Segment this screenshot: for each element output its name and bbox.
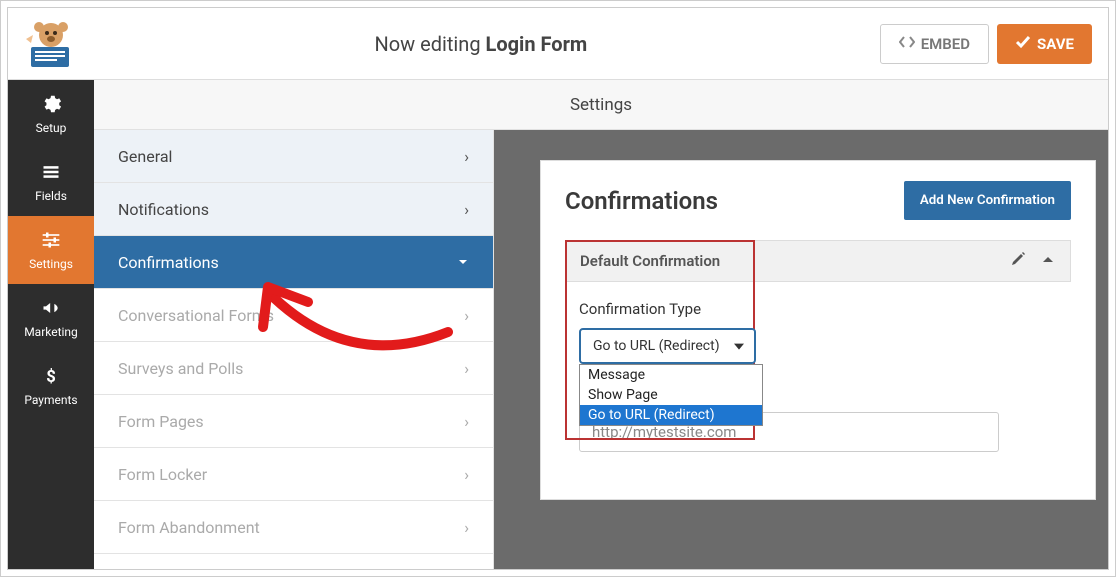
form-name: Login Form xyxy=(486,32,588,56)
option-go-to-url[interactable]: Go to URL (Redirect) xyxy=(580,405,762,425)
menu-label: Notifications xyxy=(118,200,209,219)
menu-label: Form Abandonment xyxy=(118,518,260,537)
svg-text:$: $ xyxy=(46,368,56,386)
confirmation-header[interactable]: Default Confirmation xyxy=(565,240,1071,282)
confirmation-name: Default Confirmation xyxy=(580,252,720,270)
add-new-confirmation-button[interactable]: Add New Confirmation xyxy=(904,181,1071,220)
app-logo xyxy=(16,19,82,69)
confirmation-type-select[interactable]: Go to URL (Redirect) xyxy=(579,328,756,364)
confirmations-panel: Confirmations Add New Confirmation Defau… xyxy=(540,160,1096,500)
sidebar-item-setup[interactable]: Setup xyxy=(8,80,94,148)
chevron-up-icon[interactable] xyxy=(1040,251,1056,271)
chevron-right-icon: › xyxy=(464,200,469,219)
sidebar-item-marketing[interactable]: Marketing xyxy=(8,284,94,352)
menu-item-conversational-forms[interactable]: Conversational Forms › xyxy=(94,289,493,342)
chevron-right-icon: › xyxy=(464,465,469,484)
settings-menu: General › Notifications › Confirmations … xyxy=(94,130,494,569)
sidebar: Setup Fields Settings Marketing $ Paymen… xyxy=(8,80,94,569)
sidebar-item-payments[interactable]: $ Payments xyxy=(8,352,94,420)
menu-label: Conversational Forms xyxy=(118,306,274,325)
menu-label: Form Locker xyxy=(118,465,207,484)
editing-prefix: Now editing xyxy=(374,32,485,56)
embed-button[interactable]: EMBED xyxy=(880,24,989,64)
sidebar-label: Fields xyxy=(35,189,67,203)
save-button[interactable]: SAVE xyxy=(997,24,1092,64)
chevron-right-icon: › xyxy=(464,306,469,325)
gear-icon xyxy=(40,93,62,115)
menu-item-form-abandonment[interactable]: Form Abandonment › xyxy=(94,501,493,554)
settings-header: Settings xyxy=(94,80,1108,130)
menu-label: Confirmations xyxy=(118,253,219,272)
chevron-right-icon: › xyxy=(464,518,469,537)
menu-item-form-locker[interactable]: Form Locker › xyxy=(94,448,493,501)
sidebar-label: Marketing xyxy=(24,325,78,339)
menu-label: Surveys and Polls xyxy=(118,359,243,378)
pencil-icon[interactable] xyxy=(1010,251,1026,271)
option-show-page[interactable]: Show Page xyxy=(580,385,762,405)
save-label: SAVE xyxy=(1037,35,1074,53)
list-icon xyxy=(40,161,62,183)
chevron-down-icon xyxy=(457,253,469,272)
embed-label: EMBED xyxy=(921,35,970,53)
menu-label: Form Pages xyxy=(118,412,204,431)
check-icon xyxy=(1015,34,1031,54)
confirmation-type-label: Confirmation Type xyxy=(579,300,1071,318)
chevron-right-icon: › xyxy=(464,147,469,166)
dollar-icon: $ xyxy=(40,365,62,387)
menu-item-form-pages[interactable]: Form Pages › xyxy=(94,395,493,448)
panel-title: Confirmations xyxy=(565,187,718,215)
chevron-right-icon: › xyxy=(464,359,469,378)
sidebar-item-fields[interactable]: Fields xyxy=(8,148,94,216)
sliders-icon xyxy=(40,229,62,251)
chevron-right-icon: › xyxy=(464,412,469,431)
sidebar-item-settings[interactable]: Settings xyxy=(8,216,94,284)
sidebar-label: Settings xyxy=(29,257,73,271)
confirmation-type-dropdown: Message Show Page Go to URL (Redirect) xyxy=(579,364,763,426)
menu-item-notifications[interactable]: Notifications › xyxy=(94,183,493,236)
menu-item-confirmations[interactable]: Confirmations xyxy=(94,236,493,289)
menu-item-general[interactable]: General › xyxy=(94,130,493,183)
bullhorn-icon xyxy=(40,297,62,319)
menu-label: General xyxy=(118,147,172,166)
page-title: Now editing Login Form xyxy=(90,32,872,56)
sidebar-label: Payments xyxy=(24,393,77,407)
sidebar-label: Setup xyxy=(36,121,67,135)
code-icon xyxy=(899,35,915,53)
option-message[interactable]: Message xyxy=(580,365,762,385)
menu-item-surveys-polls[interactable]: Surveys and Polls › xyxy=(94,342,493,395)
